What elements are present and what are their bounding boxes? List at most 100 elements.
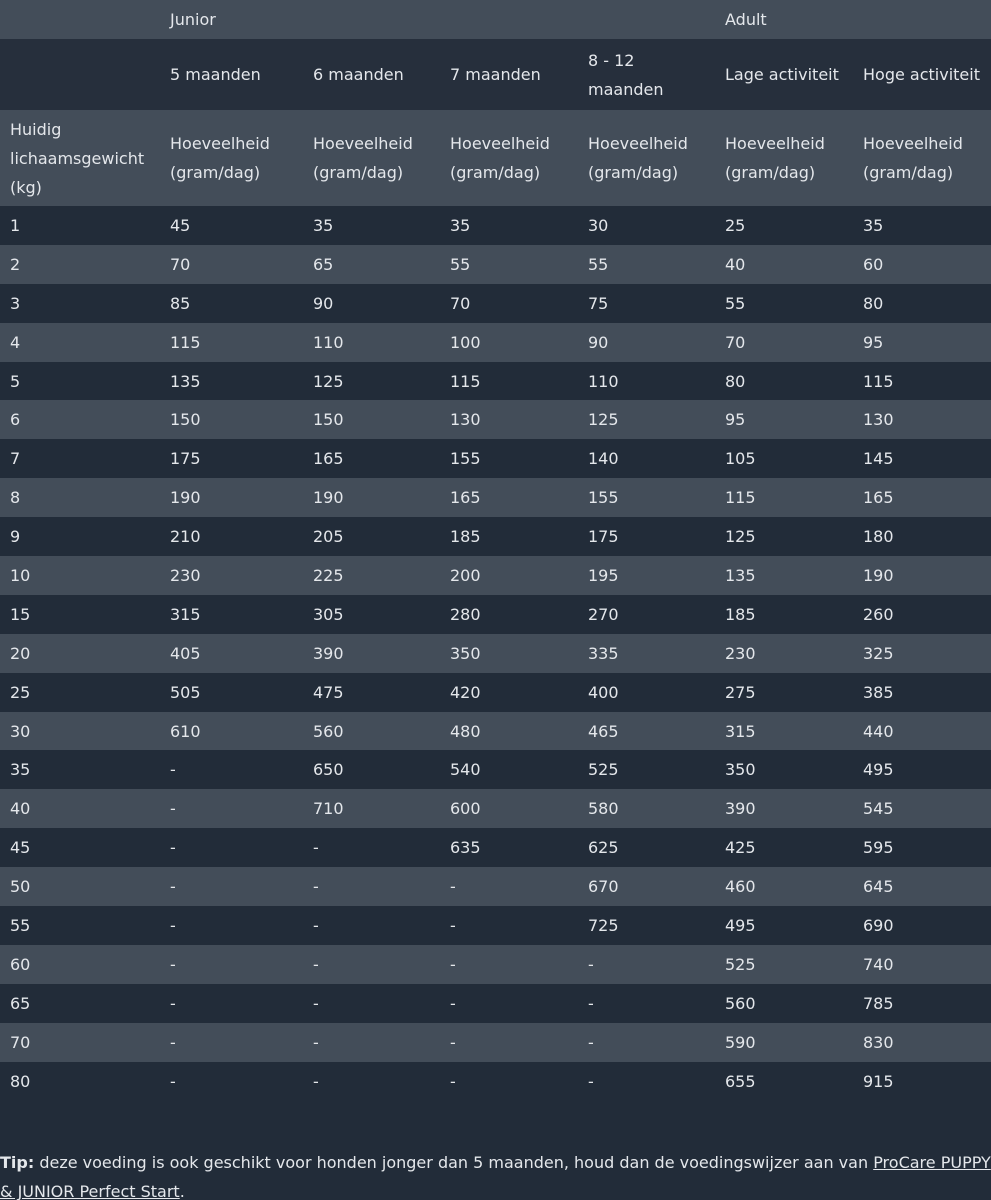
unit-header-row-cell: Hoeveelheid (gram/dag) xyxy=(313,134,413,182)
table-row-cell: 230 xyxy=(725,643,756,663)
table-row-cell: 25 xyxy=(725,215,746,235)
table-row-cell: 475 xyxy=(313,682,344,702)
table-row: 20 405 390 350 335 230 325 xyxy=(0,633,991,673)
table-row-cell: - xyxy=(588,1071,594,1091)
table-row-cell: 385 xyxy=(863,682,894,702)
table-row-cell: 545 xyxy=(863,799,894,819)
table-row-cell: 230 xyxy=(170,565,201,585)
table-row-cell: 55 xyxy=(725,293,746,313)
table-row-cell: 115 xyxy=(863,371,894,391)
table-row-cell: 915 xyxy=(863,1071,894,1091)
table-row-cell: - xyxy=(313,838,319,858)
table-row-cell: 275 xyxy=(725,682,756,702)
table-row-cell: 15 xyxy=(10,604,31,624)
table-row-cell: 3 xyxy=(10,293,21,313)
table-row-cell: - xyxy=(450,915,456,935)
table-row-cell: 5 xyxy=(10,371,21,391)
table-row-cell: 90 xyxy=(313,293,334,313)
table-row: 60 - - - - 525 740 xyxy=(0,944,991,984)
table-row-cell: 460 xyxy=(725,877,756,897)
table-row-cell: 1 xyxy=(10,215,21,235)
table-row-cell: 55 xyxy=(10,915,31,935)
table-row-cell: 30 xyxy=(588,215,609,235)
table-row-cell: 110 xyxy=(588,371,619,391)
table-row: 5 135 125 115 110 80 115 xyxy=(0,361,991,401)
table-row-cell: 645 xyxy=(863,877,894,897)
table-row-cell: 65 xyxy=(10,993,31,1013)
table-row-cell: - xyxy=(450,1032,456,1052)
table-row-cell: - xyxy=(170,760,176,780)
table-row-cell: 180 xyxy=(863,527,894,547)
table-row-cell: 425 xyxy=(725,838,756,858)
table-row-cell: 190 xyxy=(863,565,894,585)
table-row-cell: 35 xyxy=(450,215,471,235)
table-row-cell: - xyxy=(170,1071,176,1091)
table-row-cell: - xyxy=(170,799,176,819)
table-row-cell: - xyxy=(313,1071,319,1091)
table-row-cell: 280 xyxy=(450,604,481,624)
table-row-cell: 315 xyxy=(725,721,756,741)
table-row-cell: 35 xyxy=(10,760,31,780)
table-row-cell: 60 xyxy=(863,254,884,274)
table-row-cell: 690 xyxy=(863,915,894,935)
group-header-row-cell xyxy=(853,0,991,39)
table-row-cell: 50 xyxy=(10,877,31,897)
table-row-cell: 625 xyxy=(588,838,619,858)
age-header-row-cell: Lage activiteit xyxy=(725,65,839,84)
table-row-cell: 140 xyxy=(588,449,619,469)
table-row-cell: 115 xyxy=(450,371,481,391)
table-row-cell: 525 xyxy=(725,954,756,974)
table-row-cell: 115 xyxy=(725,488,756,508)
feeding-table-body: Junior Adult 5 maanden 6 maanden 7 maanden 8 … xyxy=(0,0,991,1101)
table-row-cell: 195 xyxy=(588,565,619,585)
table-row-cell: 560 xyxy=(725,993,756,1013)
group-header-row-cell xyxy=(303,0,440,39)
table-row-cell: - xyxy=(313,1032,319,1052)
table-row-cell: 540 xyxy=(450,760,481,780)
age-header-row-cell xyxy=(0,39,160,110)
table-row-cell: - xyxy=(170,838,176,858)
table-row-cell: 95 xyxy=(725,410,746,430)
unit-header-row-cell: Hoeveelheid (gram/dag) xyxy=(170,134,270,182)
table-row-cell: 190 xyxy=(313,488,344,508)
table-row-cell: 155 xyxy=(450,449,481,469)
table-row-cell: - xyxy=(588,1032,594,1052)
table-row-cell: 90 xyxy=(588,332,609,352)
table-row: 25 505 475 420 400 275 385 xyxy=(0,672,991,712)
table-row-cell: 55 xyxy=(588,254,609,274)
unit-header-row-cell: Huidig lichaamsgewicht (kg) xyxy=(10,119,145,197)
table-row-cell: 830 xyxy=(863,1032,894,1052)
table-row-cell: 210 xyxy=(170,527,201,547)
table-row-cell: 335 xyxy=(588,643,619,663)
table-row-cell: - xyxy=(170,993,176,1013)
table-row-cell: 390 xyxy=(313,643,344,663)
table-row-cell: 390 xyxy=(725,799,756,819)
table-row-cell: 100 xyxy=(450,332,481,352)
table-row-cell: 525 xyxy=(588,760,619,780)
table-row-cell: 205 xyxy=(313,527,344,547)
table-row-cell: - xyxy=(450,993,456,1013)
table-row-cell: 10 xyxy=(10,565,31,585)
table-row: 15 315 305 280 270 185 260 xyxy=(0,594,991,634)
table-row-cell: 580 xyxy=(588,799,619,819)
age-header-row-cell: 5 maanden xyxy=(170,65,261,84)
table-row-cell: 610 xyxy=(170,721,201,741)
table-row-cell: 8 xyxy=(10,488,21,508)
table-row-cell: 105 xyxy=(725,449,756,469)
table-row-cell: 130 xyxy=(450,410,481,430)
age-header-row-cell: Hoge activiteit xyxy=(863,65,980,84)
table-row-cell: 635 xyxy=(450,838,481,858)
table-row-cell: 125 xyxy=(588,410,619,430)
table-row-cell: - xyxy=(450,1071,456,1091)
table-row-cell: - xyxy=(588,993,594,1013)
table-row: 40 - 710 600 580 390 545 xyxy=(0,789,991,829)
table-row-cell: 85 xyxy=(170,293,191,313)
table-row-cell: 175 xyxy=(170,449,201,469)
table-row-cell: 420 xyxy=(450,682,481,702)
table-row: 2 70 65 55 55 40 60 xyxy=(0,244,991,284)
table-row: 1 45 35 35 30 25 35 xyxy=(0,206,991,245)
table-row-cell: 9 xyxy=(10,527,21,547)
table-row: 80 - - - - 655 915 xyxy=(0,1061,991,1101)
table-row-cell: 670 xyxy=(588,877,619,897)
table-row-cell: 305 xyxy=(313,604,344,624)
